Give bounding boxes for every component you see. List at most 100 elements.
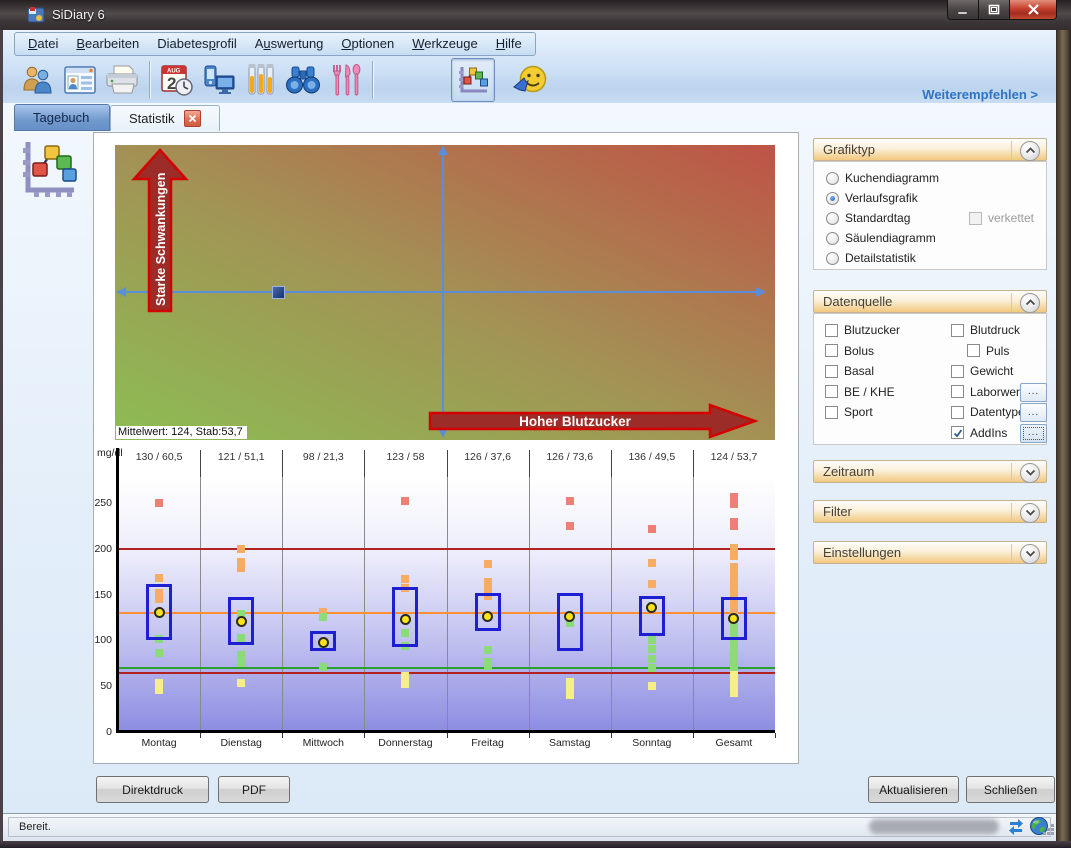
radio-option-detailstatistik[interactable]: Detailstatistik: [826, 251, 916, 265]
close-button[interactable]: [1009, 0, 1057, 20]
menu-item-datei[interactable]: Datei: [19, 33, 67, 55]
checkbox-be-khe[interactable]: BE / KHE: [825, 385, 895, 399]
globe-icon[interactable]: [1029, 816, 1049, 836]
calendar-icon[interactable]: AUG2: [156, 59, 198, 101]
pdf-button[interactable]: PDF: [218, 776, 290, 803]
reference-line-200: [119, 548, 775, 550]
radio-icon[interactable]: [826, 252, 839, 265]
reference-line-64: [119, 672, 775, 674]
mean-marker: [318, 637, 329, 648]
checkbox-verkettet: verkettet: [969, 211, 1034, 225]
checkbox-icon[interactable]: [825, 344, 838, 357]
panel-header-datenquelle[interactable]: Datenquelle: [813, 290, 1047, 313]
profile-card-icon[interactable]: [59, 59, 101, 101]
checkbox-icon[interactable]: [825, 365, 838, 378]
menu-item-optionen[interactable]: Optionen: [332, 33, 403, 55]
collapse-chevron-icon[interactable]: [1020, 293, 1040, 313]
column-header-donnerstag: 123 / 58: [364, 451, 446, 463]
radio-option-saeulendiagramm[interactable]: Säulendiagramm: [826, 231, 936, 245]
statistics-icon[interactable]: [451, 58, 495, 102]
panel-header-einstellungen[interactable]: Einstellungen: [813, 541, 1047, 564]
checkbox-blutzucker[interactable]: Blutzucker: [825, 323, 900, 337]
checkbox-icon[interactable]: [951, 365, 964, 378]
more-options-button-datentypen[interactable]: ...: [1020, 403, 1047, 422]
checkbox-label: Gewicht: [970, 364, 1013, 378]
radio-icon[interactable]: [826, 232, 839, 245]
checkbox-laborwerte[interactable]: Laborwerte: [951, 385, 1030, 399]
checkbox-sport[interactable]: Sport: [825, 405, 873, 419]
radio-option-standardtag[interactable]: Standardtag: [826, 211, 910, 225]
recommend-link[interactable]: Weiterempfehlen >: [922, 87, 1038, 102]
device-sync-icon[interactable]: [198, 59, 240, 101]
printer-icon[interactable]: [101, 59, 143, 101]
menu-item-werkzeuge[interactable]: Werkzeuge: [403, 33, 487, 55]
column-header-gesamt: 124 / 53,7: [693, 451, 775, 463]
checkbox-icon[interactable]: [967, 344, 980, 357]
more-options-button-addins[interactable]: ...: [1020, 424, 1047, 443]
x-axis: [116, 730, 775, 733]
feedback-smiley-icon[interactable]: [509, 59, 551, 101]
direct-print-button[interactable]: Direktdruck: [96, 776, 209, 803]
checkbox-icon[interactable]: [825, 406, 838, 419]
sidebar-chart-icon[interactable]: [18, 136, 78, 200]
panel-header-grafiktyp[interactable]: Grafiktyp: [813, 138, 1047, 161]
data-point-red: [566, 522, 574, 530]
expand-chevron-icon[interactable]: [1020, 463, 1040, 483]
menu-item-diabetesprofil[interactable]: Diabetesprofil: [148, 33, 246, 55]
radio-option-verlaufsgrafik[interactable]: Verlaufsgrafik: [826, 191, 918, 205]
data-point-orange: [155, 574, 163, 582]
checkbox-puls[interactable]: Puls: [967, 344, 1009, 358]
menu-item-hilfe[interactable]: Hilfe: [487, 33, 531, 55]
radio-icon[interactable]: [826, 192, 839, 205]
tab-statistik[interactable]: Statistik: [110, 105, 220, 131]
expand-chevron-icon[interactable]: [1020, 503, 1040, 523]
radio-icon[interactable]: [826, 212, 839, 225]
radio-icon[interactable]: [826, 172, 839, 185]
menu-item-bearbeiten[interactable]: Bearbeiten: [67, 33, 148, 55]
expand-chevron-icon[interactable]: [1020, 544, 1040, 564]
checkbox-label: Basal: [844, 364, 874, 378]
checkbox-icon[interactable]: [951, 324, 964, 337]
menu-item-auswertung[interactable]: Auswertung: [246, 33, 333, 55]
checkbox-icon[interactable]: [951, 385, 964, 398]
tab-label: Tagebuch: [33, 110, 89, 125]
panel-title: Datenquelle: [823, 294, 892, 309]
more-options-button-laborwerte[interactable]: ...: [1020, 383, 1047, 402]
sync-icon[interactable]: [1008, 818, 1024, 836]
checkbox-label: Blutzucker: [844, 323, 900, 337]
checkbox-icon[interactable]: [825, 324, 838, 337]
quadrant-y-axis: [442, 153, 444, 430]
close-panel-button[interactable]: Schließen: [966, 776, 1055, 803]
checkbox-blutdruck[interactable]: Blutdruck: [951, 323, 1020, 337]
checkbox-icon[interactable]: [825, 385, 838, 398]
data-point-green: [155, 649, 163, 657]
x-tick-label-donnerstag: Donnerstag: [364, 737, 446, 749]
data-point-green: [648, 655, 656, 663]
tab-close-icon[interactable]: [184, 110, 201, 127]
checkbox-basal[interactable]: Basal: [825, 364, 874, 378]
data-point-yellow: [648, 682, 656, 690]
nutrition-icon[interactable]: [324, 59, 366, 101]
panel-title: Einstellungen: [823, 545, 901, 560]
checkbox-bolus[interactable]: Bolus: [825, 344, 874, 358]
checkbox-icon[interactable]: [951, 406, 964, 419]
panel-header-filter[interactable]: Filter: [813, 500, 1047, 523]
checkbox-addins[interactable]: AddIns: [951, 426, 1007, 440]
panel-chevron: [1011, 141, 1041, 160]
radio-option-kuchendiagramm[interactable]: Kuchendiagramm: [826, 171, 939, 185]
tab-tagebuch[interactable]: Tagebuch: [14, 104, 110, 131]
resize-grip[interactable]: [1051, 832, 1054, 835]
patients-icon[interactable]: [17, 59, 59, 101]
lab-tubes-icon[interactable]: [240, 59, 282, 101]
refresh-button[interactable]: Aktualisieren: [868, 776, 959, 803]
binoculars-icon[interactable]: [282, 59, 324, 101]
reference-line-70: [119, 667, 775, 669]
collapse-chevron-icon[interactable]: [1020, 141, 1040, 161]
panel-header-zeitraum[interactable]: Zeitraum: [813, 460, 1047, 483]
app-window: SiDiary 6 DateiBearbeitenDiabetesprofilA…: [0, 0, 1071, 848]
minimize-button[interactable]: [947, 0, 979, 20]
panel-body-grafiktyp: Kuchendiagramm Verlaufsgrafik Standardtag S…: [813, 161, 1047, 270]
checkbox-gewicht[interactable]: Gewicht: [951, 364, 1013, 378]
maximize-button[interactable]: [979, 0, 1009, 20]
checkbox-icon[interactable]: [951, 426, 964, 439]
